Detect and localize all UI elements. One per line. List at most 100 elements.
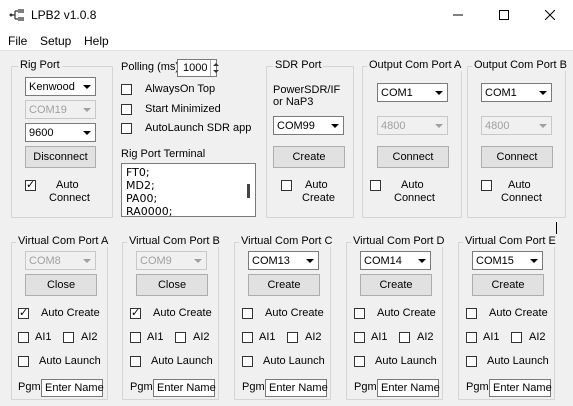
always-on-top-checkbox[interactable] — [121, 84, 132, 95]
vport-e-create-button[interactable]: Create — [472, 274, 544, 296]
vport-e-auto-create-checkbox[interactable] — [466, 308, 477, 319]
vport-pgm-label: Pgm — [466, 381, 489, 393]
sdr-auto-label-1: Auto — [305, 179, 328, 191]
vport-a-com-select: COM8 — [25, 251, 96, 270]
vport-ai2-label: AI2 — [305, 331, 322, 343]
vport-c-auto-launch-checkbox[interactable] — [242, 356, 253, 367]
chevron-down-icon — [190, 252, 206, 269]
close-button[interactable] — [527, 0, 573, 30]
rig-type-select[interactable]: Kenwood — [25, 77, 96, 96]
vport-a-ai2-checkbox[interactable] — [63, 332, 74, 343]
rig-baud-select[interactable]: 9600 — [25, 123, 96, 142]
sdr-com-select[interactable]: COM99 — [273, 116, 344, 135]
out-b-auto-label-1: Auto — [508, 179, 531, 191]
vport-e-pgm-name-input[interactable]: Enter Name — [489, 379, 552, 397]
vport-a-close-button[interactable]: Close — [25, 274, 97, 296]
vport-c-ai2-checkbox[interactable] — [287, 332, 298, 343]
out-b-auto-connect-checkbox[interactable] — [481, 180, 492, 191]
vport-ai1-label: AI1 — [35, 331, 52, 343]
vport-b-pgm-name-input[interactable]: Enter Name — [153, 379, 216, 397]
vport-ai2-label: AI2 — [529, 331, 546, 343]
spinner-arrows-icon — [213, 63, 219, 73]
sdr-auto-create-checkbox[interactable] — [281, 180, 292, 191]
vport-c-com-select[interactable]: COM13 — [248, 251, 319, 270]
maximize-icon — [499, 10, 509, 20]
vport-ai1-label: AI1 — [483, 331, 500, 343]
vport-d-pgm-name-input[interactable]: Enter Name — [377, 379, 440, 397]
chevron-down-icon — [535, 84, 551, 101]
sdr-desc-1: PowerSDR/IF — [273, 84, 341, 96]
chevron-down-icon — [79, 101, 95, 118]
vport-e-ai1-checkbox[interactable] — [466, 332, 477, 343]
vport-ai1-label: AI1 — [371, 331, 388, 343]
text-cursor — [556, 222, 557, 234]
vport-pgm-label: Pgm — [18, 381, 41, 393]
start-minimized-checkbox[interactable] — [121, 104, 132, 115]
terminal-scrollbar[interactable] — [247, 184, 250, 198]
vport-d-ai2-checkbox[interactable] — [399, 332, 410, 343]
out-a-auto-label-1: Auto — [401, 179, 424, 191]
vport-b-ai1-checkbox[interactable] — [130, 332, 141, 343]
vport-b-auto-launch-checkbox[interactable] — [130, 356, 141, 367]
rig-auto-connect-checkbox[interactable] — [25, 178, 36, 191]
maximize-button[interactable] — [481, 0, 527, 30]
vport-c-create-button[interactable]: Create — [248, 274, 320, 296]
vport-d-auto-launch-checkbox[interactable] — [354, 356, 365, 367]
always-on-top-label: AlwaysOn Top — [145, 83, 216, 95]
vport-ai2-label: AI2 — [193, 331, 210, 343]
vport-b-close-button[interactable]: Close — [136, 274, 208, 296]
vport-c-auto-create-checkbox[interactable] — [242, 308, 253, 319]
polling-spinner[interactable] — [210, 60, 221, 76]
menu-help[interactable]: Help — [84, 34, 109, 48]
autolaunch-sdr-checkbox[interactable] — [121, 123, 132, 134]
rig-port-terminal[interactable]: FT0; MD2; PA00; RA0000; — [121, 163, 256, 217]
menu-setup[interactable]: Setup — [40, 34, 71, 48]
vport-ai2-label: AI2 — [417, 331, 434, 343]
out-b-auto-label-2: Connect — [501, 192, 542, 204]
out-a-connect-button[interactable]: Connect — [377, 146, 449, 168]
menu-file[interactable]: File — [8, 34, 27, 48]
vport-c-ai1-checkbox[interactable] — [242, 332, 253, 343]
vport-d-ai1-checkbox[interactable] — [354, 332, 365, 343]
vport-d-auto-create-checkbox[interactable] — [354, 308, 365, 319]
vport-a-auto-create-checkbox[interactable] — [18, 306, 29, 319]
vport-b-auto-create-checkbox[interactable] — [130, 306, 141, 319]
chevron-down-icon — [431, 84, 447, 101]
sdr-com-value: COM99 — [277, 119, 315, 132]
rig-baud-value: 9600 — [29, 126, 54, 139]
vport-d-create-button[interactable]: Create — [360, 274, 432, 296]
vport-e-auto-launch-checkbox[interactable] — [466, 356, 477, 367]
chevron-down-icon — [79, 252, 95, 269]
minimize-button[interactable] — [435, 0, 481, 30]
virtual-port-legend: Virtual Com Port D — [351, 235, 447, 247]
vport-b-ai2-checkbox[interactable] — [175, 332, 186, 343]
vport-auto-launch-label: Auto Launch — [375, 355, 437, 367]
out-a-com-select[interactable]: COM1 — [377, 83, 448, 102]
sdr-create-button[interactable]: Create — [273, 146, 345, 168]
vport-a-ai1-checkbox[interactable] — [18, 332, 29, 343]
vport-com-value: COM14 — [364, 254, 402, 267]
disconnect-button[interactable]: Disconnect — [25, 146, 96, 168]
chevron-down-icon — [79, 78, 95, 95]
vport-d-com-select[interactable]: COM14 — [360, 251, 431, 270]
sdr-auto-label-2: Create — [302, 192, 336, 204]
virtual-port-legend: Virtual Com Port C — [239, 235, 335, 247]
rig-port-legend: Rig Port — [18, 59, 62, 71]
vport-a-pgm-name-input[interactable]: Enter Name — [41, 379, 104, 397]
out-b-connect-button[interactable]: Connect — [481, 146, 553, 168]
out-a-com-value: COM1 — [381, 86, 413, 99]
out-b-com-select[interactable]: COM1 — [481, 83, 552, 102]
vport-com-value: COM9 — [140, 254, 172, 267]
vport-e-ai2-checkbox[interactable] — [511, 332, 522, 343]
vport-a-auto-launch-checkbox[interactable] — [18, 356, 29, 367]
vport-com-value: COM13 — [252, 254, 290, 267]
terminal-line: PA00; — [126, 192, 158, 205]
vport-ai1-label: AI1 — [259, 331, 276, 343]
rig-auto-label-2: Connect — [49, 192, 90, 204]
virtual-port-legend: Virtual Com Port B — [127, 235, 222, 247]
out-a-auto-connect-checkbox[interactable] — [370, 180, 381, 191]
vport-ai1-label: AI1 — [147, 331, 164, 343]
chevron-down-icon — [535, 117, 551, 134]
vport-e-com-select[interactable]: COM15 — [472, 251, 543, 270]
vport-c-pgm-name-input[interactable]: Enter Name — [265, 379, 328, 397]
